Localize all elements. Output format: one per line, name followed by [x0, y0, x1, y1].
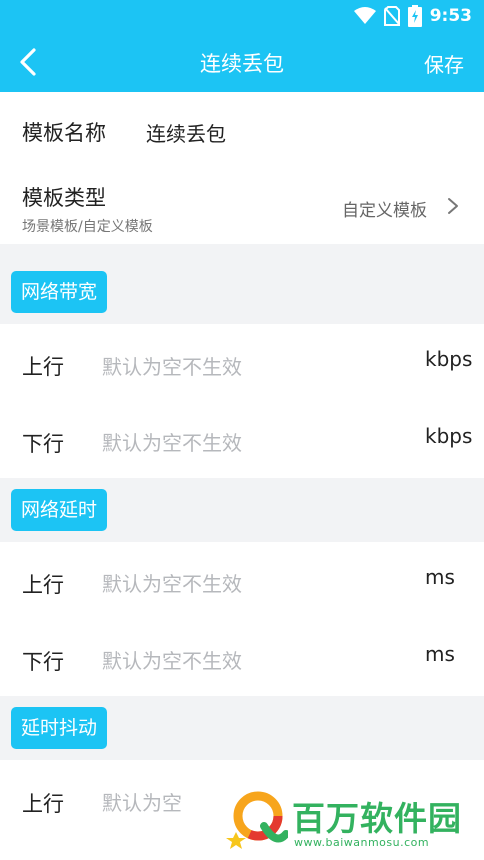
template-name-label: 模板名称: [22, 121, 106, 145]
template-type-row[interactable]: 模板类型 场景模板/自定义模板 自定义模板: [0, 166, 484, 244]
latency-group: 上行 默认为空不生效 ms 下行 默认为空不生效 ms: [0, 542, 484, 696]
template-type-value[interactable]: 自定义模板: [342, 196, 427, 221]
bandwidth-upload-label: 上行: [22, 355, 64, 379]
watermark: 百万软件园 www.baiwanmosu.com: [218, 782, 484, 860]
status-icons: 9:53: [353, 5, 472, 27]
bandwidth-group: 上行 默认为空不生效 kbps 下行 默认为空不生效 kbps: [0, 324, 484, 478]
latency-download-input[interactable]: 默认为空不生效: [102, 645, 242, 674]
bandwidth-upload-input[interactable]: 默认为空不生效: [102, 351, 242, 380]
section-title-latency: 网络延时: [11, 489, 108, 531]
app-bar: 连续丢包 保存: [0, 32, 484, 92]
chevron-right-icon: [448, 198, 458, 214]
latency-upload-label: 上行: [22, 573, 64, 597]
template-name-row[interactable]: 模板名称 连续丢包: [0, 92, 484, 166]
bandwidth-download-label: 下行: [22, 432, 64, 456]
bandwidth-download-input[interactable]: 默认为空不生效: [102, 427, 242, 456]
latency-download-unit: ms: [425, 642, 455, 666]
watermark-url: www.baiwanmosu.com: [294, 836, 430, 849]
save-button[interactable]: 保存: [424, 49, 464, 78]
template-name-value[interactable]: 连续丢包: [146, 118, 226, 147]
jitter-upload-input[interactable]: 默认为空: [102, 787, 182, 816]
page-title: 连续丢包: [200, 52, 284, 76]
latency-upload-input[interactable]: 默认为空不生效: [102, 568, 242, 597]
bandwidth-upload-unit: kbps: [425, 347, 473, 371]
jitter-upload-label: 上行: [22, 792, 64, 816]
status-time: 9:53: [429, 6, 472, 26]
template-type-sublabel: 场景模板/自定义模板: [22, 219, 153, 235]
wifi-icon: [353, 7, 376, 24]
template-type-label: 模板类型: [22, 186, 106, 210]
section-title-jitter: 延时抖动: [11, 707, 108, 749]
section-title-bandwidth: 网络带宽: [11, 271, 108, 313]
watermark-logo-icon: [226, 791, 288, 849]
latency-upload-unit: ms: [425, 565, 455, 589]
bandwidth-download-unit: kbps: [425, 424, 473, 448]
battery-charging-icon: [407, 5, 422, 27]
watermark-text: 百万软件园: [292, 799, 462, 838]
status-bar: 9:53: [0, 0, 484, 32]
latency-download-label: 下行: [22, 650, 64, 674]
no-sim-icon: [383, 6, 400, 26]
